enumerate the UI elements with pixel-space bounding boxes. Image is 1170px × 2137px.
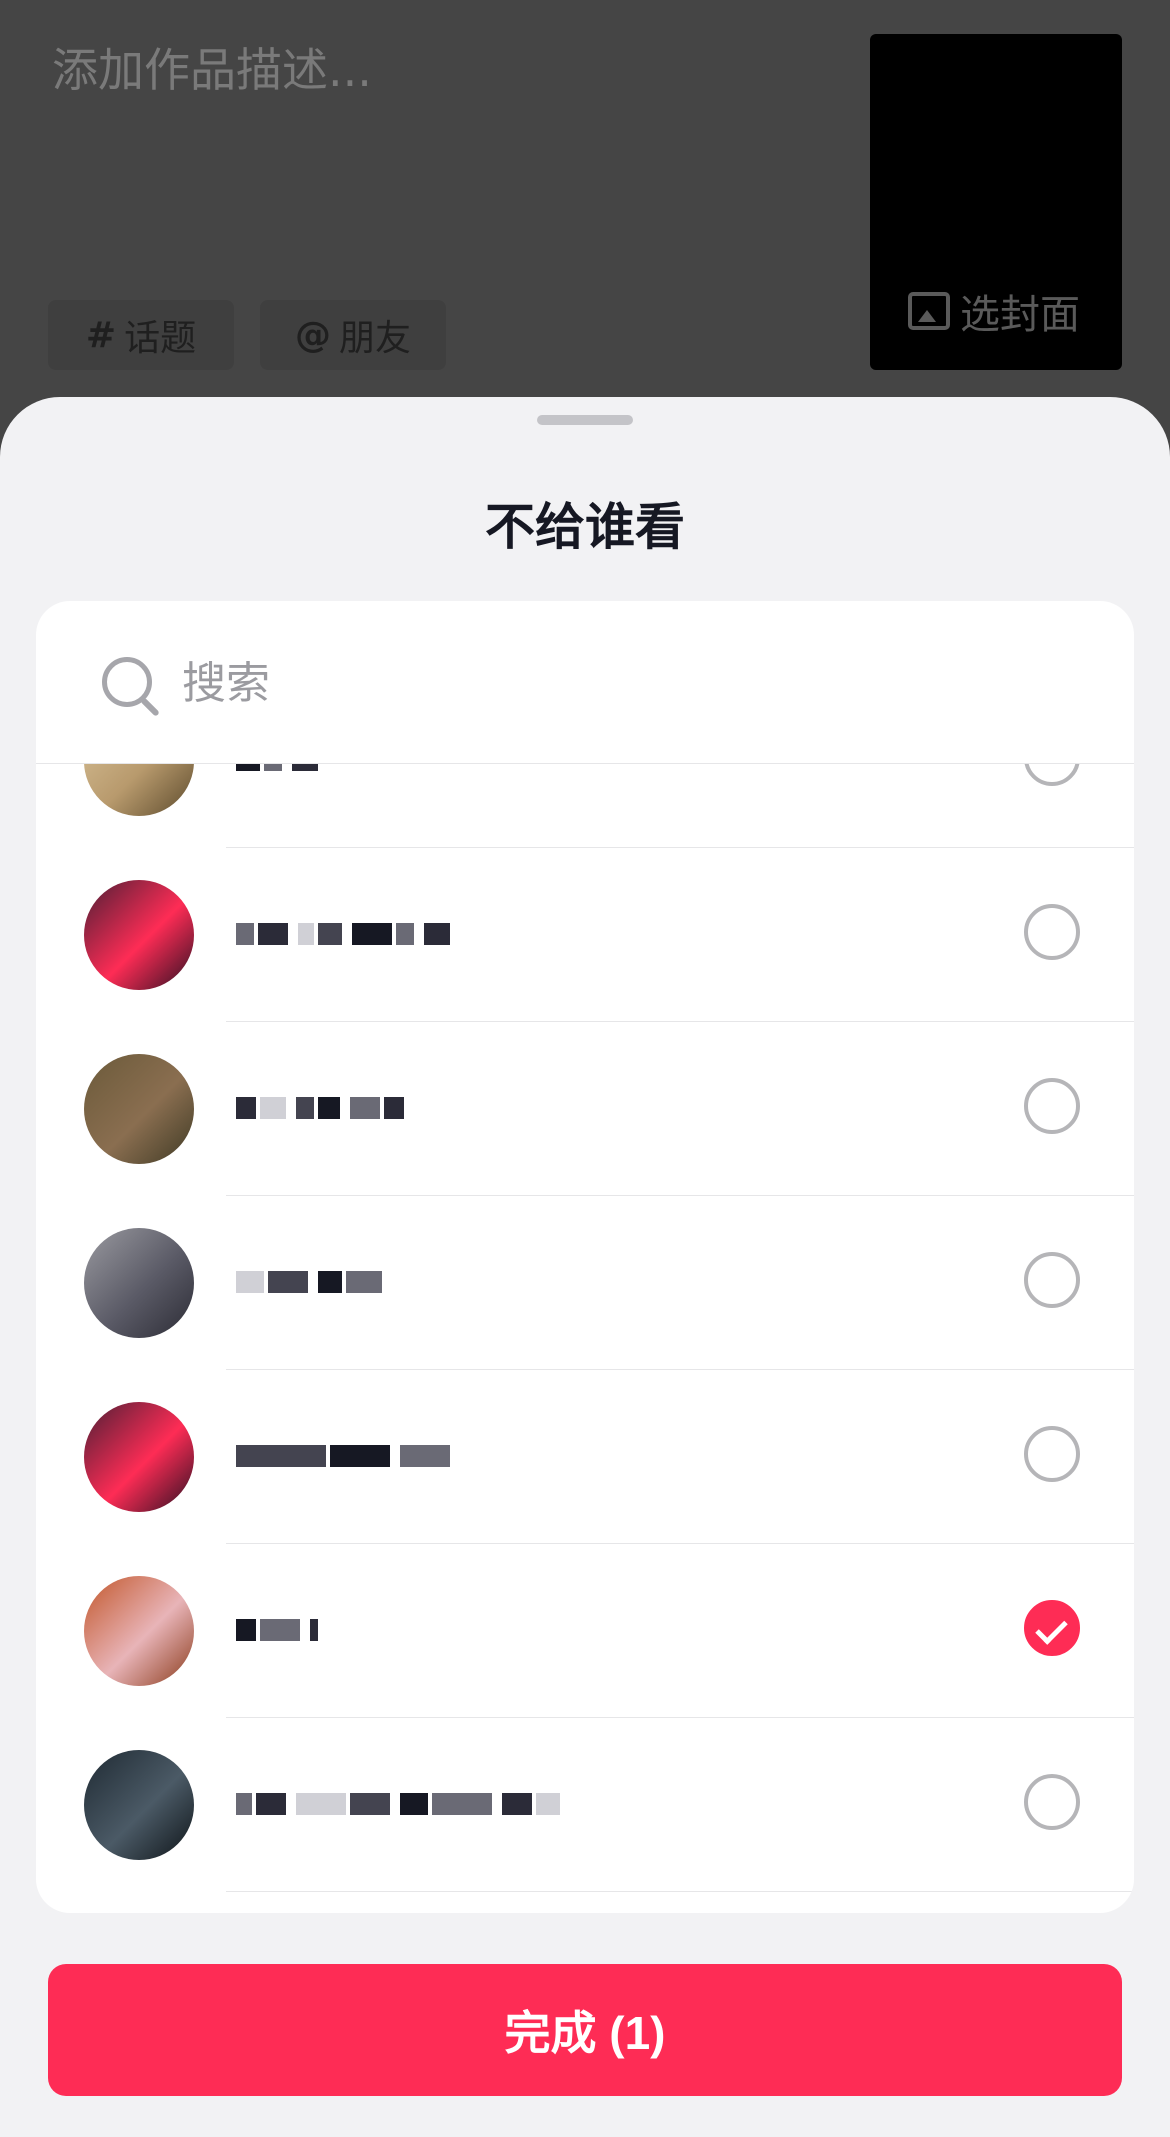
avatar bbox=[84, 880, 194, 990]
contact-row[interactable] bbox=[36, 848, 1134, 1022]
redaction-block bbox=[352, 923, 392, 945]
contact-row[interactable] bbox=[36, 764, 1134, 848]
cover-preview[interactable]: 选封面 bbox=[870, 34, 1122, 370]
contact-name-redacted bbox=[236, 1602, 322, 1658]
redaction-block bbox=[384, 1097, 404, 1119]
redaction-block bbox=[236, 1619, 256, 1641]
redaction-block bbox=[346, 1271, 382, 1293]
description-placeholder[interactable]: 添加作品描述... bbox=[52, 34, 372, 100]
radio-icon[interactable] bbox=[1024, 1426, 1080, 1482]
contact-list[interactable] bbox=[36, 764, 1134, 1913]
contact-name-redacted bbox=[236, 906, 454, 962]
redaction-block bbox=[424, 923, 450, 945]
redaction-block bbox=[236, 1793, 252, 1815]
contact-row[interactable] bbox=[36, 1370, 1134, 1544]
radio-icon[interactable] bbox=[1024, 1774, 1080, 1830]
redaction-block bbox=[236, 1271, 264, 1293]
radio-icon[interactable] bbox=[1024, 764, 1080, 786]
redaction-block bbox=[400, 1445, 450, 1467]
redaction-block bbox=[260, 1097, 286, 1119]
contact-name-redacted bbox=[236, 1776, 570, 1832]
checked-radio-icon[interactable] bbox=[1024, 1600, 1080, 1656]
redaction-block bbox=[296, 1097, 314, 1119]
redaction-block bbox=[260, 1619, 300, 1641]
redaction-block bbox=[318, 923, 342, 945]
avatar bbox=[84, 1054, 194, 1164]
radio-icon[interactable] bbox=[1024, 1078, 1080, 1134]
redaction-block bbox=[536, 1793, 560, 1815]
redaction-block bbox=[350, 1097, 380, 1119]
contact-row[interactable] bbox=[36, 1196, 1134, 1370]
contact-row[interactable] bbox=[36, 1022, 1134, 1196]
redaction-block bbox=[298, 923, 314, 945]
redaction-block bbox=[268, 1271, 308, 1293]
redaction-block bbox=[236, 923, 254, 945]
redaction-block bbox=[432, 1793, 492, 1815]
contact-row[interactable] bbox=[36, 1718, 1134, 1892]
search-bar bbox=[36, 601, 1134, 764]
topic-chip[interactable]: # 话题 bbox=[48, 300, 234, 370]
redaction-block bbox=[310, 1619, 318, 1641]
redaction-block bbox=[236, 1097, 256, 1119]
friend-chip-label: 朋友 bbox=[338, 318, 411, 359]
redaction-block bbox=[400, 1793, 428, 1815]
select-cover-button[interactable]: 选封面 bbox=[908, 282, 1080, 340]
radio-icon[interactable] bbox=[1024, 904, 1080, 960]
sheet-title: 不给谁看 bbox=[485, 498, 685, 556]
redaction-block bbox=[236, 764, 260, 771]
redaction-block bbox=[292, 764, 318, 771]
redaction-block bbox=[264, 764, 282, 771]
redaction-block bbox=[318, 1271, 342, 1293]
avatar bbox=[84, 1402, 194, 1512]
avatar bbox=[84, 1228, 194, 1338]
redaction-block bbox=[256, 1793, 286, 1815]
contact-name-redacted bbox=[236, 764, 322, 788]
avatar bbox=[84, 764, 194, 816]
redaction-block bbox=[258, 923, 288, 945]
hashtag-icon: # bbox=[85, 314, 117, 356]
post-editor: 添加作品描述... # 话题 @ 朋友 选封面 bbox=[0, 0, 1170, 420]
hide-from-sheet: 不给谁看 完成 (1) bbox=[0, 397, 1170, 2137]
redaction-block bbox=[330, 1445, 390, 1467]
contact-card bbox=[36, 601, 1134, 1913]
redaction-block bbox=[236, 1445, 326, 1467]
redaction-block bbox=[396, 923, 414, 945]
radio-icon[interactable] bbox=[1024, 1252, 1080, 1308]
contact-name-redacted bbox=[236, 1428, 454, 1484]
topic-chip-label: 话题 bbox=[124, 318, 197, 359]
friend-chip[interactable]: @ 朋友 bbox=[260, 300, 446, 370]
contact-name-redacted bbox=[236, 1080, 414, 1136]
redaction-block bbox=[318, 1097, 340, 1119]
contact-name-redacted bbox=[236, 1254, 392, 1310]
select-cover-label: 选封面 bbox=[960, 292, 1080, 338]
redaction-block bbox=[296, 1793, 346, 1815]
redaction-block bbox=[502, 1793, 532, 1815]
avatar bbox=[84, 1576, 194, 1686]
redaction-block bbox=[350, 1793, 390, 1815]
avatar bbox=[84, 1750, 194, 1860]
image-icon bbox=[908, 292, 950, 330]
search-input[interactable] bbox=[180, 649, 1064, 717]
row-divider bbox=[226, 1891, 1134, 1892]
contact-row[interactable] bbox=[36, 1544, 1134, 1718]
at-icon: @ bbox=[294, 314, 331, 356]
search-icon bbox=[102, 657, 152, 707]
sheet-grabber[interactable] bbox=[537, 415, 633, 425]
done-button[interactable]: 完成 (1) bbox=[48, 1964, 1122, 2096]
